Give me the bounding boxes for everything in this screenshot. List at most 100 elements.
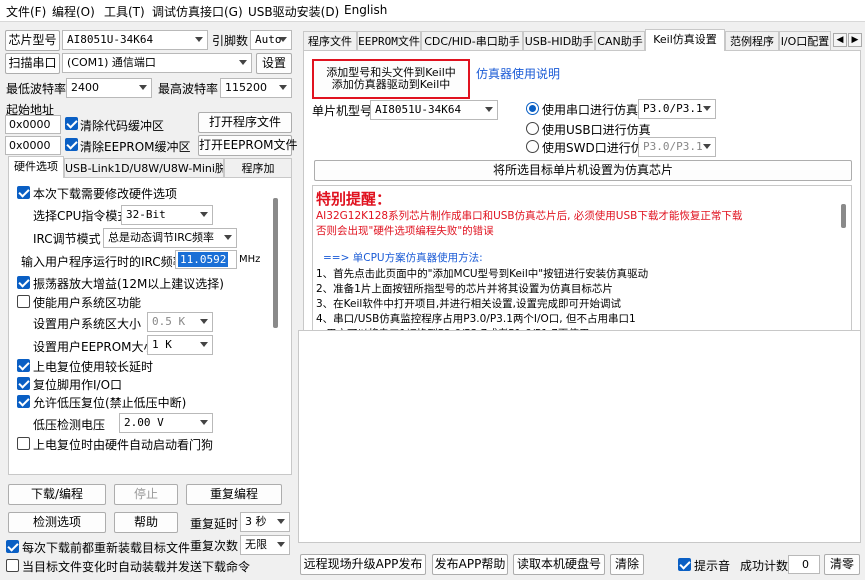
chip-model-select[interactable]: AI8051U-34K64: [62, 30, 208, 50]
set-target-button[interactable]: 将所选目标单片机设置为仿真芯片: [314, 160, 852, 181]
stop-button[interactable]: 停止: [114, 484, 178, 505]
irc-mode-select[interactable]: 总是动态调节IRC频率: [103, 228, 237, 248]
help-button[interactable]: 帮助: [114, 512, 178, 533]
tab-eeprom-file[interactable]: EEPROM文件: [357, 31, 421, 51]
usb-emu-radio[interactable]: [526, 122, 539, 135]
max-baud-select[interactable]: 115200: [220, 78, 292, 98]
remote-upgrade-button[interactable]: 远程现场升级APP发布: [300, 554, 426, 575]
chevron-down-icon: [279, 37, 287, 42]
step-2: 2、准备1片上面按钮所指型号的芯片并将其设置为仿真目标芯片: [316, 283, 613, 295]
tab-program-file[interactable]: 程序文件: [303, 31, 357, 51]
reset-count-button[interactable]: 清零: [824, 554, 860, 575]
notice-red-line1: AI32G12K128系列芯片制作成串口和USB仿真芯片后, 必须使用USB下载…: [316, 210, 743, 222]
user-system-checkbox[interactable]: [17, 295, 30, 308]
menu-usb-driver[interactable]: USB驱动安装(D): [248, 3, 339, 20]
tab-can[interactable]: CAN助手: [595, 31, 645, 51]
eeprom-address-input[interactable]: 0x0000: [5, 136, 61, 155]
max-baud-label: 最高波特率: [158, 82, 219, 96]
irc-freq-input[interactable]: 11.0592: [175, 250, 237, 269]
low-volt-reset-label: 允许低压复位(禁止低压中断): [33, 396, 187, 410]
menu-tools[interactable]: 工具(T): [104, 3, 145, 20]
cpu-mode-select[interactable]: 32-Bit: [121, 205, 213, 225]
tab-io-config[interactable]: I/O口配置: [779, 31, 831, 51]
reset-io-label: 复位脚用作I/O口: [33, 378, 123, 392]
settings-button[interactable]: 设置: [256, 53, 292, 74]
step-4: 4、串口/USB仿真监控程序占用P3.0/P3.1两个I/O口, 但不占用串口1: [316, 313, 636, 325]
read-disk-button[interactable]: 读取本机硬盘号: [513, 554, 605, 575]
reprogram-button[interactable]: 重复编程: [186, 484, 282, 505]
system-size-select[interactable]: 0.5 K: [147, 312, 213, 332]
chevron-down-icon: [485, 107, 493, 112]
eeprom-size-select[interactable]: 1 K: [147, 335, 213, 355]
tab-program-encrypt[interactable]: 程序加: [224, 158, 292, 178]
chevron-down-icon: [239, 60, 247, 65]
scan-port-button[interactable]: 扫描串口: [5, 53, 60, 74]
swd-port-select[interactable]: P3.0/P3.1: [638, 137, 716, 157]
add-keil-button[interactable]: 添加型号和头文件到Keil中 添加仿真器驱动到Keil中: [312, 59, 470, 99]
menu-program[interactable]: 编程(O): [52, 3, 95, 20]
tab-scroll-left-icon[interactable]: ◀: [833, 33, 847, 47]
reset-io-checkbox[interactable]: [17, 377, 30, 390]
watchdog-label: 上电复位时由硬件自动启动看门狗: [33, 438, 214, 452]
modify-options-checkbox[interactable]: [17, 186, 30, 199]
mcu-model-select[interactable]: AI8051U-34K64: [370, 100, 498, 120]
reload-each-checkbox[interactable]: [6, 540, 19, 553]
scrollbar-thumb[interactable]: [273, 198, 278, 328]
tab-usb-hid[interactable]: USB-HID助手: [523, 31, 595, 51]
low-volt-reset-checkbox[interactable]: [17, 395, 30, 408]
publish-help-button[interactable]: 发布APP帮助: [432, 554, 508, 575]
chevron-down-icon: [200, 420, 208, 425]
tab-cdc-hid-serial[interactable]: CDC/HID-串口助手: [421, 31, 523, 51]
start-address-input[interactable]: 0x0000: [5, 115, 61, 134]
osc-gain-checkbox[interactable]: [17, 276, 30, 289]
repeat-delay-select[interactable]: 3 秒: [240, 512, 290, 532]
tab-keil-settings[interactable]: Keil仿真设置: [645, 29, 725, 51]
pin-count-select[interactable]: Auto: [250, 30, 292, 50]
download-button[interactable]: 下载/编程: [8, 484, 106, 505]
serial-emu-radio[interactable]: [526, 102, 539, 115]
tab-examples[interactable]: 范例程序: [725, 31, 779, 51]
notice-box: 特别提醒： AI32G12K128系列芯片制作成串口和USB仿真芯片后, 必须使…: [312, 185, 852, 335]
tab-hardware-options[interactable]: 硬件选项: [8, 156, 64, 178]
menu-bar: 文件(F) 编程(O) 工具(T) 调试仿真接口(G) USB驱动安装(D) E…: [0, 0, 865, 22]
menu-english[interactable]: English: [344, 3, 387, 17]
min-baud-label: 最低波特率: [6, 82, 67, 96]
auto-send-checkbox[interactable]: [6, 559, 19, 572]
serial-port-select[interactable]: P3.0/P3.1: [638, 99, 716, 119]
clear-button[interactable]: 清除: [610, 554, 644, 575]
long-delay-checkbox[interactable]: [17, 359, 30, 372]
clear-eeprom-label: 清除EEPROM缓冲区: [80, 140, 191, 154]
clear-eeprom-checkbox[interactable]: [65, 138, 78, 151]
open-program-button[interactable]: 打开程序文件: [198, 112, 292, 133]
menu-debug-interface[interactable]: 调试仿真接口(G): [152, 3, 243, 20]
low-volt-select[interactable]: 2.00 V: [119, 413, 213, 433]
success-count-label: 成功计数: [740, 559, 789, 573]
emulator-help-link[interactable]: 仿真器使用说明: [476, 65, 560, 82]
cpu-mode-label: 选择CPU指令模式: [33, 209, 130, 223]
output-log[interactable]: [298, 330, 861, 543]
irc-freq-value: 11.0592: [178, 252, 229, 267]
notice-scrollbar-thumb[interactable]: [841, 204, 846, 228]
repeat-delay-label: 重复延时: [190, 517, 239, 531]
chevron-down-icon: [200, 319, 208, 324]
open-eeprom-button[interactable]: 打开EEPROM文件: [198, 135, 298, 156]
tab-usb-link-offline[interactable]: USB-Link1D/U8W/U8W-Mini脱机: [64, 158, 224, 178]
usb-emu-label: 使用USB口进行仿真: [542, 123, 651, 137]
port-select[interactable]: (COM1) 通信端口: [62, 53, 252, 73]
chip-model-button[interactable]: 芯片型号: [5, 30, 60, 51]
modify-options-label: 本次下载需要修改硬件选项: [33, 187, 178, 201]
clear-code-checkbox[interactable]: [65, 117, 78, 130]
check-options-button[interactable]: 检测选项: [8, 512, 106, 533]
menu-file[interactable]: 文件(F): [6, 3, 46, 20]
repeat-count-select[interactable]: 无限: [240, 535, 290, 555]
step-3: 3、在Keil软件中打开项目,并进行相关设置,设置完成即可开始调试: [316, 298, 622, 310]
swd-emu-radio[interactable]: [526, 140, 539, 153]
user-system-label: 使能用户系统区功能: [33, 296, 142, 310]
beep-checkbox[interactable]: [678, 558, 691, 571]
chevron-down-icon: [224, 235, 232, 240]
watchdog-checkbox[interactable]: [17, 437, 30, 450]
min-baud-select[interactable]: 2400: [66, 78, 152, 98]
tab-scroll-right-icon[interactable]: ▶: [848, 33, 862, 47]
clear-code-label: 清除代码缓冲区: [80, 119, 165, 133]
notice-title: 特别提醒：: [316, 190, 392, 208]
